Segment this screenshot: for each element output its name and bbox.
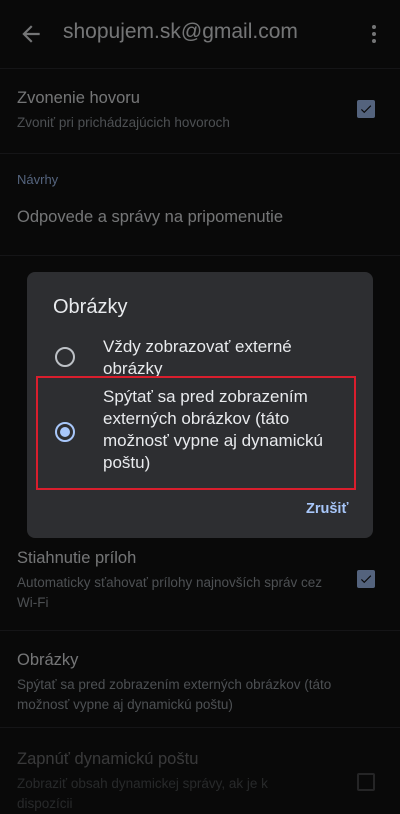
radio-button[interactable] (55, 347, 75, 367)
dialog-title: Obrázky (53, 296, 128, 318)
images-dialog: Obrázky Vždy zobrazovať externé obrázky … (27, 272, 373, 538)
option-label: Spýtať sa pred zobrazením externých obrá… (103, 387, 323, 472)
radio-button[interactable] (55, 422, 75, 442)
option-label: Vždy zobrazovať externé obrázky (103, 337, 292, 378)
cancel-button[interactable]: Zrušiť (306, 501, 348, 517)
